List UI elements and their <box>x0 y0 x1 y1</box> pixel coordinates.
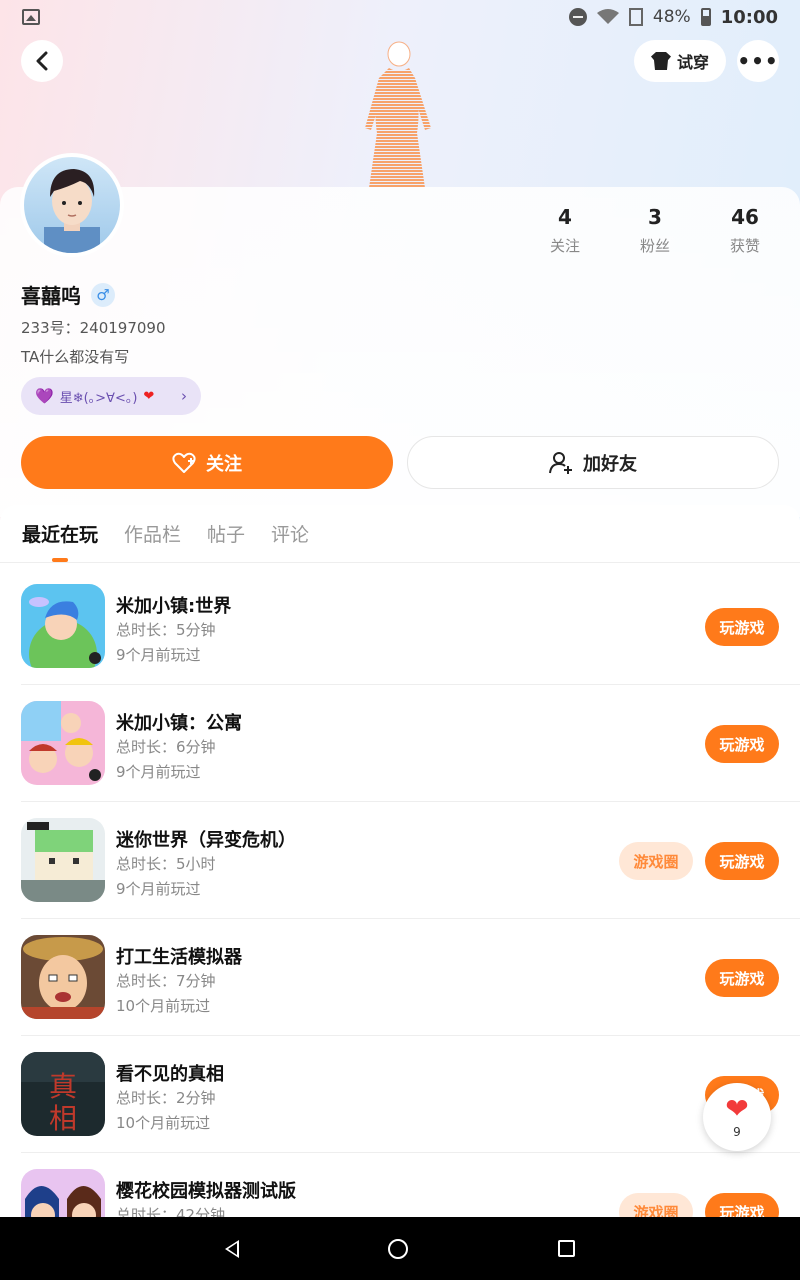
game-duration: 总时长：6分钟 <box>116 738 216 756</box>
nav-back-icon[interactable] <box>224 1239 239 1258</box>
tab-posts[interactable]: 帖子 <box>207 520 245 547</box>
game-duration: 总时长：5小时 <box>116 855 216 873</box>
chevron-right-icon: › <box>181 387 187 405</box>
stat-following[interactable]: 4 关注 <box>520 205 610 256</box>
profile-tabs: 最近在玩 作品栏 帖子 评论 <box>0 505 800 563</box>
play-game-button[interactable]: 玩游戏 <box>705 842 779 880</box>
do-not-disturb-icon <box>568 8 587 26</box>
back-button[interactable] <box>21 40 63 82</box>
heart-icon: ❤ <box>725 1092 749 1125</box>
battery-percent: 48% <box>652 7 691 27</box>
user-avatar-portrait <box>44 169 100 253</box>
battery-icon <box>700 8 711 26</box>
game-title: 迷你世界（异变危机） <box>116 830 296 851</box>
list-item[interactable]: 迷你世界（异变危机） 总时长：5小时 9个月前玩过 游戏圈 玩游戏 <box>21 802 800 919</box>
male-gender-icon: ♂ <box>91 282 115 307</box>
red-heart-icon: ❤ <box>143 388 155 404</box>
tab-recently-played[interactable]: 最近在玩 <box>22 520 98 547</box>
purple-heart-icon: 💜 <box>35 387 54 405</box>
status-bar: 48% 10:00 <box>0 0 800 34</box>
more-dots-icon: ••• <box>737 49 779 73</box>
stat-number: 4 <box>558 205 572 229</box>
tab-comments[interactable]: 评论 <box>271 520 309 547</box>
chevron-left-icon <box>36 51 48 71</box>
profile-stats: 4 关注 3 粉丝 46 获赞 <box>520 205 790 256</box>
list-item[interactable]: 打工生活模拟器 总时长：7分钟 10个月前玩过 玩游戏 <box>21 919 800 1036</box>
game-title: 看不见的真相 <box>116 1064 224 1085</box>
profile-tag[interactable]: 💜 星❄(｡>∀<｡) ❤ › <box>21 377 201 415</box>
game-last-played: 10个月前玩过 <box>116 997 211 1015</box>
game-icon <box>21 1169 105 1217</box>
svg-text:相: 相 <box>49 1102 77 1135</box>
follow-label: 关注 <box>206 453 242 475</box>
game-icon <box>21 935 105 1019</box>
avatar-figure-silhouette <box>365 41 431 188</box>
play-game-button[interactable]: 玩游戏 <box>705 1193 779 1217</box>
heart-plus-icon <box>172 452 196 473</box>
clock: 10:00 <box>720 6 778 28</box>
add-user-icon <box>549 451 572 474</box>
tab-works[interactable]: 作品栏 <box>124 520 181 547</box>
image-notification-icon <box>22 9 40 25</box>
try-on-label: 试穿 <box>676 53 709 72</box>
wifi-icon <box>596 9 619 24</box>
more-options-button[interactable]: ••• <box>737 40 779 82</box>
stat-label: 关注 <box>549 237 580 255</box>
game-duration: 总时长：42分钟 <box>116 1206 226 1217</box>
game-last-played: 10个月前玩过 <box>116 1114 211 1132</box>
list-item[interactable]: 米加小镇:世界 总时长：5分钟 9个月前玩过 玩游戏 <box>21 568 800 685</box>
nav-recents-icon[interactable] <box>558 1240 576 1257</box>
list-item[interactable]: 真 相 看不见的真相 总时长：2分钟 10个月前玩过 玩游戏 <box>21 1036 800 1153</box>
add-friend-button[interactable]: 加好友 <box>407 436 779 489</box>
recently-played-list: 米加小镇:世界 总时长：5分钟 9个月前玩过 玩游戏 米加小镇：公寓 总时长：6… <box>0 568 800 1217</box>
game-last-played: 9个月前玩过 <box>116 763 201 781</box>
shirt-icon <box>650 52 671 70</box>
svg-text:真: 真 <box>49 1070 77 1103</box>
like-count: 9 <box>733 1125 741 1139</box>
game-circle-button[interactable]: 游戏圈 <box>619 842 693 880</box>
game-title: 米加小镇:世界 <box>116 596 232 617</box>
user-id: 233号：240197090 <box>21 319 166 337</box>
try-on-button[interactable]: 试穿 <box>634 40 726 82</box>
game-last-played: 9个月前玩过 <box>116 646 201 664</box>
stat-label: 获赞 <box>729 237 760 255</box>
stat-label: 粉丝 <box>639 237 670 255</box>
avatar[interactable] <box>20 153 124 257</box>
like-floating-button[interactable]: ❤ 9 <box>703 1083 771 1151</box>
game-duration: 总时长：2分钟 <box>116 1089 216 1107</box>
list-item[interactable]: 樱花校园模拟器测试版 总时长：42分钟 游戏圈 玩游戏 <box>21 1153 800 1217</box>
play-game-button[interactable]: 玩游戏 <box>705 725 779 763</box>
game-icon: 真 相 <box>21 1052 105 1136</box>
game-title: 打工生活模拟器 <box>116 947 242 968</box>
stat-likes[interactable]: 46 获赞 <box>700 205 790 256</box>
game-title: 樱花校园模拟器测试版 <box>116 1181 296 1202</box>
game-title: 米加小镇：公寓 <box>116 713 242 734</box>
username-row: 喜囍呜 ♂ <box>21 280 115 309</box>
system-navigation-bar <box>0 1217 800 1280</box>
stat-number: 46 <box>731 205 759 229</box>
user-bio: TA什么都没有写 <box>21 348 130 366</box>
follow-button[interactable]: 关注 <box>21 436 393 489</box>
stat-fans[interactable]: 3 粉丝 <box>610 205 700 256</box>
game-icon <box>21 584 105 668</box>
game-circle-button[interactable]: 游戏圈 <box>619 1193 693 1217</box>
game-icon <box>21 818 105 902</box>
game-icon <box>21 701 105 785</box>
tag-text: 星❄(｡>∀<｡) <box>59 390 138 406</box>
game-duration: 总时长：5分钟 <box>116 621 216 639</box>
stat-number: 3 <box>648 205 662 229</box>
nav-home-icon[interactable] <box>388 1238 409 1259</box>
play-game-button[interactable]: 玩游戏 <box>705 959 779 997</box>
game-last-played: 9个月前玩过 <box>116 880 201 898</box>
add-friend-label: 加好友 <box>583 453 637 475</box>
no-sim-icon <box>628 8 643 26</box>
username: 喜囍呜 <box>21 284 81 308</box>
game-duration: 总时长：7分钟 <box>116 972 216 990</box>
list-item[interactable]: 米加小镇：公寓 总时长：6分钟 9个月前玩过 玩游戏 <box>21 685 800 802</box>
play-game-button[interactable]: 玩游戏 <box>705 608 779 646</box>
